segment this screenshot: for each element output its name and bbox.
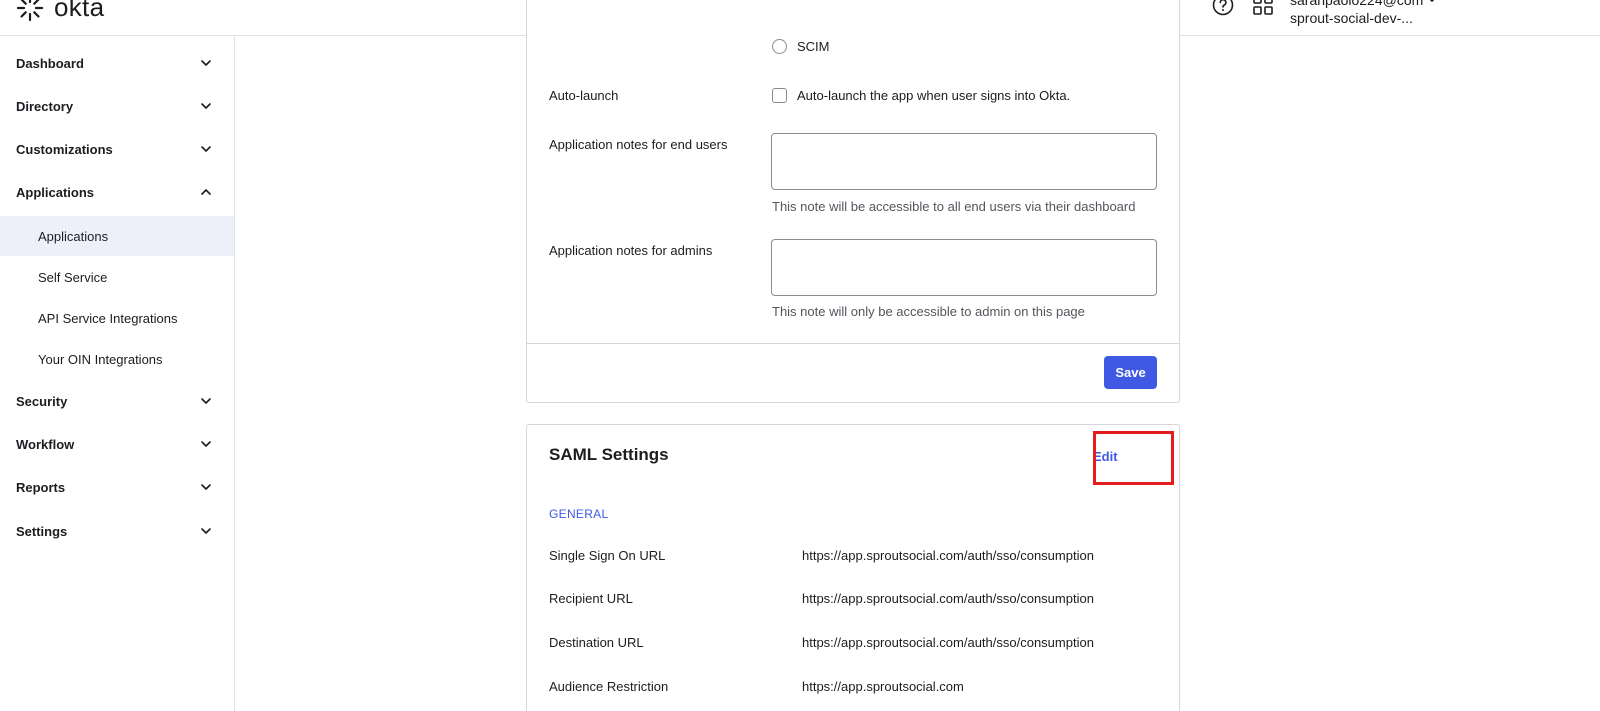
recipient-url-label: Recipient URL bbox=[549, 591, 633, 606]
sidebar-item-applications[interactable]: Applications bbox=[0, 172, 234, 212]
sidebar-item-label: Reports bbox=[16, 479, 66, 495]
end-user-notes-hint: This note will be accessible to all end … bbox=[772, 199, 1136, 214]
sidebar-subitem-your-oin-integrations[interactable]: Your OIN Integrations bbox=[0, 339, 234, 379]
chevron-down-icon bbox=[201, 484, 211, 490]
chevron-down-icon bbox=[201, 60, 211, 66]
panel-footer-divider bbox=[527, 343, 1179, 344]
sidebar-subitem-label: Applications bbox=[38, 228, 109, 244]
sidebar-item-customizations[interactable]: Customizations bbox=[0, 129, 234, 169]
sidebar-subitem-label: API Service Integrations bbox=[38, 310, 178, 326]
chevron-down-icon bbox=[201, 441, 211, 447]
sidebar-item-directory[interactable]: Directory bbox=[0, 86, 234, 126]
auto-launch-label: Auto-launch bbox=[549, 88, 619, 103]
admin-notes-textarea[interactable] bbox=[771, 239, 1157, 296]
help-icon[interactable] bbox=[1212, 0, 1234, 16]
org-name: sprout-social-dev-... bbox=[1290, 10, 1413, 26]
sidebar-subitem-api-service-integrations[interactable]: API Service Integrations bbox=[0, 298, 234, 338]
sidebar-item-label: Applications bbox=[16, 184, 95, 200]
recipient-url-value: https://app.sproutsocial.com/auth/sso/co… bbox=[802, 591, 1094, 606]
sidebar-item-dashboard[interactable]: Dashboard bbox=[0, 43, 234, 83]
chevron-down-icon bbox=[201, 398, 211, 404]
sidebar: Dashboard Directory Customizations Appli… bbox=[0, 36, 235, 711]
sidebar-subitem-label: Your OIN Integrations bbox=[38, 351, 163, 367]
general-settings-panel: SCIM Auto-launch Auto-launch the app whe… bbox=[526, 0, 1180, 403]
sidebar-item-label: Security bbox=[16, 393, 68, 409]
user-email: sarahpaolo224@com bbox=[1290, 0, 1424, 8]
user-menu[interactable]: sarahpaolo224@com sprout-social-dev-... bbox=[1290, 0, 1435, 27]
app-grid-icon[interactable] bbox=[1252, 0, 1274, 16]
saml-settings-title: SAML Settings bbox=[549, 445, 669, 464]
destination-url-label: Destination URL bbox=[549, 635, 644, 650]
sidebar-item-reports[interactable]: Reports bbox=[0, 467, 234, 507]
sso-url-label: Single Sign On URL bbox=[549, 548, 666, 563]
sidebar-item-label: Settings bbox=[16, 523, 68, 539]
chevron-down-icon bbox=[201, 528, 211, 534]
sidebar-item-label: Workflow bbox=[16, 436, 75, 452]
chevron-down-icon bbox=[1429, 0, 1435, 2]
auto-launch-checkbox-label: Auto-launch the app when user signs into… bbox=[797, 88, 1071, 103]
scim-radio-label: SCIM bbox=[797, 39, 830, 54]
chevron-down-icon bbox=[201, 103, 211, 109]
sidebar-subitem-applications[interactable]: Applications bbox=[0, 216, 234, 256]
destination-url-value: https://app.sproutsocial.com/auth/sso/co… bbox=[802, 635, 1094, 650]
sidebar-item-label: Customizations bbox=[16, 141, 113, 157]
sidebar-item-label: Dashboard bbox=[16, 55, 84, 71]
admin-notes-hint: This note will only be accessible to adm… bbox=[772, 304, 1085, 319]
sidebar-subitem-self-service[interactable]: Self Service bbox=[0, 257, 234, 297]
sidebar-item-settings[interactable]: Settings bbox=[0, 511, 234, 551]
end-user-notes-textarea[interactable] bbox=[771, 133, 1157, 190]
saml-settings-panel: SAML Settings Edit GENERAL Single Sign O… bbox=[526, 424, 1180, 711]
sidebar-item-security[interactable]: Security bbox=[0, 381, 234, 421]
save-button[interactable]: Save bbox=[1104, 356, 1157, 389]
logo-text: okta bbox=[54, 0, 105, 22]
chevron-up-icon bbox=[201, 189, 211, 195]
sidebar-subitem-label: Self Service bbox=[38, 269, 108, 285]
chevron-down-icon bbox=[201, 146, 211, 152]
audience-restriction-label: Audience Restriction bbox=[549, 679, 669, 694]
edit-button[interactable]: Edit bbox=[1093, 449, 1118, 464]
auto-launch-checkbox[interactable] bbox=[772, 88, 787, 103]
okta-sunburst-icon bbox=[16, 0, 44, 21]
end-user-notes-label: Application notes for end users bbox=[549, 137, 728, 152]
scim-radio[interactable] bbox=[772, 39, 787, 54]
sidebar-item-workflow[interactable]: Workflow bbox=[0, 424, 234, 464]
sso-url-value: https://app.sproutsocial.com/auth/sso/co… bbox=[802, 548, 1094, 563]
admin-notes-label: Application notes for admins bbox=[549, 243, 713, 258]
sidebar-item-label: Directory bbox=[16, 98, 74, 114]
okta-logo[interactable]: okta bbox=[16, 0, 104, 23]
general-section-label: GENERAL bbox=[549, 507, 609, 521]
audience-restriction-value: https://app.sproutsocial.com bbox=[802, 679, 964, 694]
